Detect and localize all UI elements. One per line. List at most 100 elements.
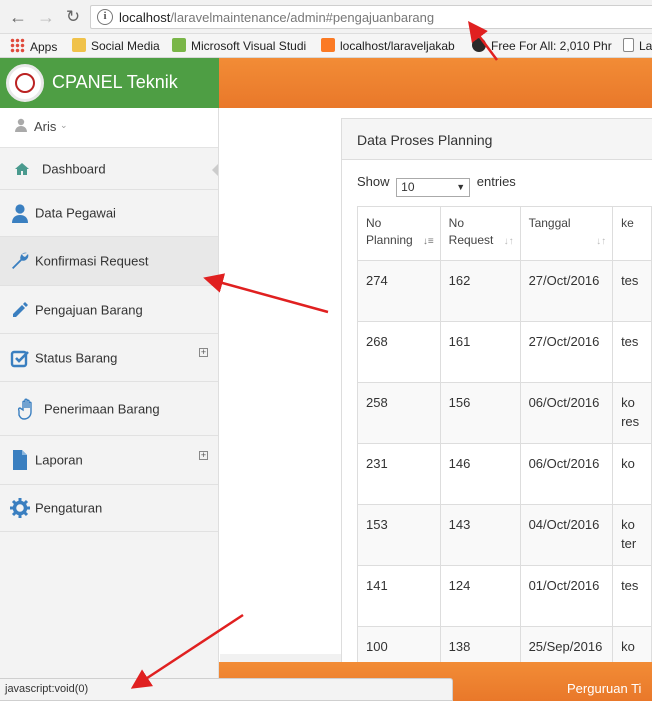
column-header-no-request[interactable]: No Request ↓↑ — [439, 206, 521, 261]
cell-no-planning: 231 — [357, 443, 441, 505]
column-header-no-planning[interactable]: No Planning ↓≡ — [357, 206, 441, 261]
entries-label: entries — [476, 174, 516, 189]
sort-icon: ↓↑ — [596, 236, 607, 247]
cell-ke: ko — [612, 443, 652, 505]
cell-no-request: 124 — [439, 565, 521, 627]
cell-tanggal: 06/Oct/2016 — [519, 443, 614, 505]
cell-no-planning: 141 — [357, 565, 441, 627]
entries-select-value: 10 — [401, 180, 415, 194]
cell-ke: ko ter — [612, 504, 652, 566]
visual-studio-icon — [172, 38, 186, 52]
sort-icon: ↓↑ — [503, 236, 514, 247]
user-icon — [15, 118, 27, 132]
info-icon[interactable]: i — [97, 9, 113, 25]
expand-plus-icon[interactable]: + — [199, 348, 208, 357]
column-header-tanggal[interactable]: Tanggal ↓↑ — [519, 206, 614, 261]
page-icon — [623, 38, 634, 52]
cell-ke: ko res — [612, 382, 652, 444]
cell-no-request: 146 — [439, 443, 521, 505]
xampp-icon — [321, 38, 335, 52]
column-header-line: Tanggal — [528, 216, 571, 230]
sidebar-item-pengaturan[interactable]: Pengaturan — [0, 485, 218, 532]
planning-table: No Planning ↓≡ No Request ↓↑ Tanggal ↓↑ — [357, 206, 652, 688]
cell-ke: tes — [612, 321, 652, 383]
sidebar-item-laporan[interactable]: Laporan + — [0, 436, 218, 485]
apps-grid-icon — [10, 38, 25, 53]
url-host: localhost — [119, 10, 171, 25]
sidebar-item-status-barang[interactable]: Status Barang + — [0, 334, 218, 382]
table-row: 274 162 27/Oct/2016 tes — [357, 260, 652, 322]
cell-tanggal: 06/Oct/2016 — [519, 382, 614, 444]
column-header-ke[interactable]: ke — [612, 206, 652, 261]
bookmark-visual-studio[interactable]: Microsoft Visual Studi — [172, 38, 306, 54]
folder-icon — [72, 38, 86, 52]
bookmark-social-media[interactable]: Social Media — [72, 38, 160, 54]
logo-icon — [6, 64, 44, 102]
sidebar-item-pengajuan-barang[interactable]: Pengajuan Barang — [0, 286, 218, 334]
file-icon — [9, 449, 31, 471]
reload-icon[interactable]: ↻ — [63, 7, 83, 27]
url-text: localhost/laravelmaintenance/admin#penga… — [119, 10, 434, 25]
bookmark-label: localhost/laraveljakab — [340, 39, 455, 53]
hand-icon — [14, 396, 40, 422]
cell-no-planning: 268 — [357, 321, 441, 383]
bookmark-page[interactable]: La — [623, 38, 652, 54]
cell-no-request: 162 — [439, 260, 521, 322]
app-title: CPANEL Teknik — [52, 72, 178, 92]
sidebar-item-label: Dashboard — [42, 161, 106, 177]
address-bar[interactable]: i localhost/laravelmaintenance/admin#pen… — [90, 5, 652, 29]
bookmarks-bar: Apps Social Media Microsoft Visual Studi… — [0, 34, 652, 58]
column-header-line: No — [366, 216, 382, 230]
cell-no-request: 143 — [439, 504, 521, 566]
panel-title: Data Proses Planning — [342, 119, 652, 160]
bookmark-label: Microsoft Visual Studi — [191, 39, 307, 53]
entries-select[interactable]: 10 ▼ — [396, 178, 471, 197]
cell-text: tes — [621, 273, 639, 288]
sidebar: Aris ⌄ Dashboard Data Pegawai Konfirmasi… — [0, 108, 219, 678]
sidebar-item-label: Penerimaan Barang — [44, 401, 160, 416]
sort-desc-icon: ↓≡ — [422, 236, 434, 247]
home-icon — [11, 158, 33, 180]
user-menu[interactable]: Aris ⌄ — [0, 108, 218, 148]
table-row: 231 146 06/Oct/2016 ko — [357, 443, 652, 505]
main-content: Data Proses Planning Show 10 ▼ entries No… — [220, 108, 652, 688]
cell-no-planning: 153 — [357, 504, 441, 566]
bookmark-label: La — [639, 39, 652, 53]
cell-tanggal: 01/Oct/2016 — [519, 565, 614, 627]
bookmark-apps[interactable]: Apps — [10, 38, 57, 54]
back-arrow-icon[interactable]: ← — [8, 7, 28, 27]
url-path: /laravelmaintenance/admin#pengajuanbaran… — [170, 10, 435, 25]
bookmark-localhost[interactable]: localhost/laraveljakab — [321, 38, 455, 54]
cell-tanggal: 27/Oct/2016 — [519, 260, 614, 322]
sidebar-item-konfirmasi-request[interactable]: Konfirmasi Request — [0, 237, 218, 286]
cell-ke: tes — [612, 260, 652, 322]
chevron-down-icon: ⌄ — [60, 120, 68, 130]
column-header-line: Request — [448, 233, 494, 247]
cell-text: ko — [621, 639, 635, 654]
cell-text: ko — [621, 456, 635, 471]
forward-arrow-icon[interactable]: → — [36, 7, 56, 27]
sidebar-collapse-toggle[interactable] — [212, 164, 218, 176]
sidebar-item-dashboard[interactable]: Dashboard — [0, 149, 218, 190]
bookmark-label: Apps — [30, 40, 58, 54]
pencil-icon — [9, 299, 31, 321]
wrench-icon — [9, 250, 31, 272]
browser-toolbar: ← → ↻ i localhost/laravelmaintenance/adm… — [0, 0, 652, 34]
table-row: 153 143 04/Oct/2016 ko ter — [357, 504, 652, 566]
table-row: 258 156 06/Oct/2016 ko res — [357, 382, 652, 444]
bookmark-free-for-all[interactable]: Free For All: 2,010 Phr — [472, 38, 612, 54]
horizontal-scrollbar[interactable] — [220, 654, 341, 662]
sidebar-item-data-pegawai[interactable]: Data Pegawai — [0, 190, 218, 237]
expand-plus-icon[interactable]: + — [199, 451, 208, 460]
cell-ke: tes — [612, 565, 652, 627]
sidebar-item-label: Data Pegawai — [35, 205, 116, 221]
cell-text: tes — [621, 578, 639, 593]
browser-status-bar: javascript:void(0) — [0, 678, 453, 701]
cell-text: res — [621, 414, 640, 429]
cell-no-planning: 258 — [357, 382, 441, 444]
table-row: 141 124 01/Oct/2016 tes — [357, 565, 652, 627]
entries-length-control: Show 10 ▼ entries — [357, 174, 516, 197]
column-header-line: Planning — [366, 233, 413, 247]
sidebar-item-penerimaan-barang[interactable]: Penerimaan Barang — [0, 382, 218, 436]
status-text: javascript:void(0) — [5, 683, 89, 695]
